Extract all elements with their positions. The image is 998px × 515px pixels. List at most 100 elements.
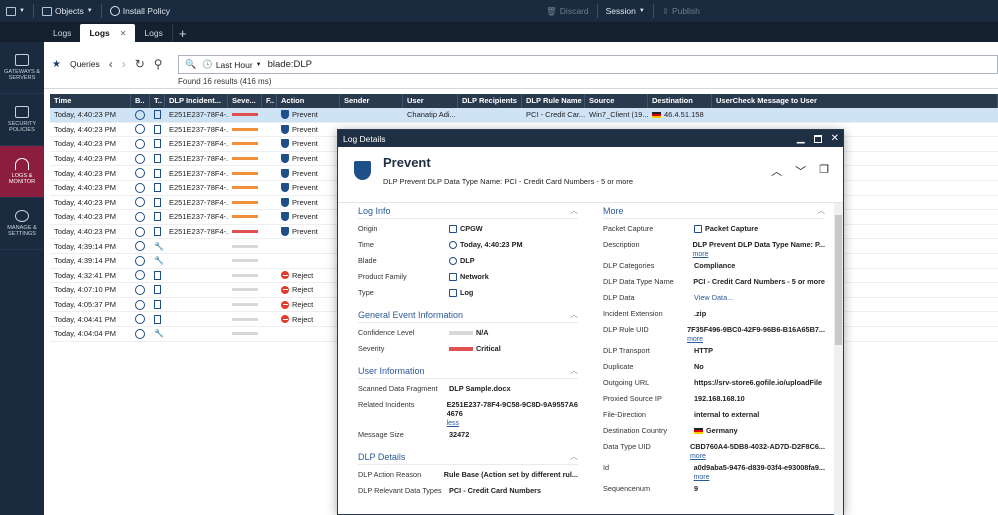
install-policy-button[interactable]: Install Policy [104,0,176,22]
cell-sender [340,108,403,122]
cell-time: Today, 4:40:23 PM [54,227,116,237]
dlp-blade-icon [135,197,145,208]
section-title[interactable]: Log Info ︿ [358,203,578,219]
field-value-wrap: CBD760A4-5DB8-4032-AD7D-D2F8C6... more [690,442,825,460]
cell-f [262,298,277,312]
search-input[interactable]: blade:DLP [268,59,312,70]
table-row[interactable]: Today, 4:40:23 PM E251E237-78F4-... Preven… [50,108,998,123]
section-title[interactable]: More ︿ [603,203,825,219]
nav-security-policies[interactable]: SECURITY POLICIES [0,94,44,146]
detail-field: Time Today, 4:40:23 PM [358,237,578,253]
add-tab-button[interactable]: + [171,24,193,42]
cell-type [150,225,165,239]
column-header[interactable]: User [403,94,458,108]
cell-blade [131,195,150,209]
chevron-up-icon[interactable]: ︿ [570,365,578,376]
maximize-icon[interactable] [813,134,822,143]
germany-flag-icon [694,427,703,434]
more-link[interactable]: more [693,251,825,258]
column-header[interactable]: T.. [150,94,165,108]
column-header[interactable]: Seve... [228,94,262,108]
more-link[interactable]: less [447,420,578,427]
view-data-link[interactable]: View Data... [694,293,733,302]
close-tab-icon[interactable]: ✕ [120,29,127,38]
section-title-label: More [603,205,624,216]
field-value-text: E251E237-78F4-9C58-9C8D-9A9557A6 [446,400,578,409]
more-link[interactable]: more [687,336,825,343]
nav-gateways-servers[interactable]: GATEWAYS & SERVERS [0,42,44,94]
search-bar[interactable]: 🔍 🕓 Last Hour ▼ blade:DLP [178,55,998,74]
column-header[interactable]: Time [50,94,131,108]
section-title[interactable]: User Information ︿ [358,363,578,379]
back-button[interactable]: ‹ [109,57,113,71]
column-header[interactable]: DLP Incident... [165,94,228,108]
nav-label: MANAGE & SETTINGS [7,224,37,238]
detail-field: Outgoing URL https://srv-store6.gofile.io… [603,375,825,391]
field-value-wrap: Germany [694,426,738,435]
chevron-up-icon[interactable]: ︿ [817,205,825,216]
chevron-up-icon[interactable]: ︿ [570,451,578,462]
column-header[interactable]: Sender [340,94,403,108]
column-header[interactable]: F.. [262,94,277,108]
details-scrollbar[interactable] [834,203,843,515]
field-key: Scanned Data Fragment [358,384,438,393]
objects-menu[interactable]: Objects ▼ [36,0,99,22]
column-header[interactable]: Destination [648,94,712,108]
app-menu-button[interactable]: ▼ [0,0,31,22]
tab-logs-2[interactable]: Logs ✕ [80,24,136,42]
field-value: Network [449,272,489,281]
nav-manage-settings[interactable]: MANAGE & SETTINGS [0,198,44,250]
chevron-up-icon[interactable]: ︿ [570,205,578,216]
next-log-icon[interactable]: ﹀ [795,163,806,179]
network-icon [449,272,457,281]
forward-button[interactable]: › [122,57,126,71]
scrollbar-thumb[interactable] [835,215,842,345]
field-value-wrap: N/A [449,328,489,337]
severity-bar [232,171,258,175]
close-icon[interactable]: ✕ [831,133,839,144]
dialog-title-bar: Log Details ▁ ✕ [338,130,843,147]
time-filter-dropdown[interactable]: 🕓 Last Hour ▼ [202,59,261,70]
cell-incident [165,298,228,312]
minimize-icon[interactable]: ▁ [797,133,805,144]
cell-severity [228,268,262,282]
column-header[interactable]: DLP Recipients [458,94,522,108]
refresh-icon[interactable]: ↻ [135,57,145,71]
detail-field: Message Size 32472 [358,427,578,443]
detail-field: Id a0d9aba5-9476-d839-03f4-e93008fa9... mo… [603,460,825,481]
dlp-blade-icon [135,153,145,164]
more-link[interactable]: more [690,453,825,460]
column-header[interactable]: Source [585,94,648,108]
chevron-up-icon[interactable]: ︿ [570,309,578,320]
copy-icon[interactable]: ❐ [819,163,829,179]
action-label: Prevent [292,110,318,120]
more-link[interactable]: more [694,474,825,481]
cell-blade [131,166,150,180]
install-policy-icon [109,6,120,16]
tab-logs-1[interactable]: Logs [44,24,80,42]
details-section: User Information ︿ Scanned Data Fragment DL… [358,363,578,443]
session-menu[interactable]: Session ▼ [600,0,651,22]
field-value: internal to external [694,410,759,419]
cell-type [150,122,165,136]
log-icon [154,212,161,222]
section-title[interactable]: DLP Details ︿ [358,449,578,465]
severity-bar [232,127,258,131]
field-value-text: Germany [706,426,738,435]
nav-logs-monitor[interactable]: LOGS & MONITOR [0,146,44,198]
cell-incident: E251E237-78F4-... [169,183,228,193]
column-header[interactable]: Action [277,94,340,108]
tab-logs-3[interactable]: Logs [135,24,171,42]
column-header[interactable]: B.. [131,94,150,108]
star-icon: ★ [52,58,61,70]
cell-time: Today, 4:40:23 PM [54,168,116,178]
query-syntax-icon[interactable]: ⚲ [154,57,163,71]
cell-action [277,327,340,341]
column-header[interactable]: UserCheck Message to User [712,94,998,108]
previous-log-icon[interactable]: ︿ [771,163,782,179]
queries-button[interactable]: Queries [70,59,100,69]
column-header[interactable]: DLP Rule Name [522,94,585,108]
section-title[interactable]: General Event Information ︿ [358,307,578,323]
publish-button[interactable]: ⇪ Publish [656,0,706,22]
discard-button[interactable]: 🗑 Discard [540,0,595,22]
